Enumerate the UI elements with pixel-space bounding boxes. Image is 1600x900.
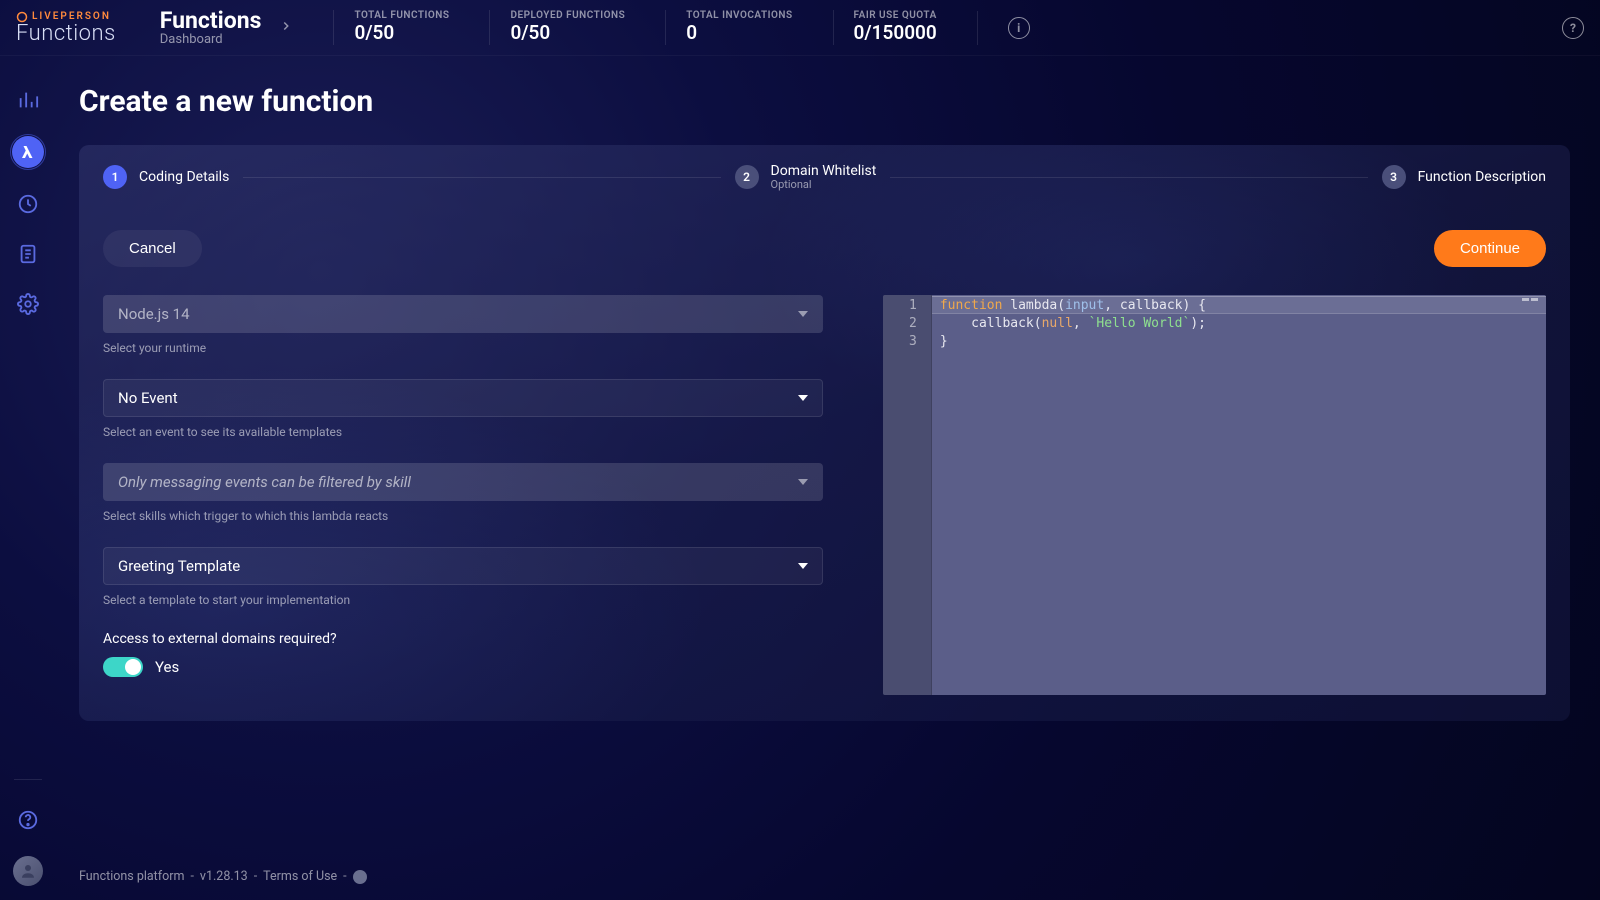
skills-select: Only messaging events can be filtered by… <box>103 463 823 501</box>
chevron-down-icon <box>798 479 808 485</box>
skills-field: Only messaging events can be filtered by… <box>103 463 823 523</box>
sidebar <box>0 56 55 900</box>
external-domains-toggle[interactable] <box>103 657 143 677</box>
avatar[interactable] <box>13 856 43 886</box>
chevron-down-icon <box>798 311 808 317</box>
external-domains-field: Access to external domains required? Yes <box>103 631 823 677</box>
breadcrumb-subtitle: Dashboard <box>160 33 262 47</box>
external-domains-label: Access to external domains required? <box>103 631 823 647</box>
nav-help-icon[interactable] <box>14 806 42 834</box>
breadcrumb-title: Functions <box>160 8 262 33</box>
continue-button[interactable]: Continue <box>1434 230 1546 267</box>
page-title: Create a new function <box>79 84 1570 119</box>
nav-settings-icon[interactable] <box>14 290 42 318</box>
step-function-description[interactable]: 3 Function Description <box>1382 165 1546 189</box>
stepper: 1 Coding Details 2 Domain Whitelist Opti… <box>79 145 1570 210</box>
stat-fair-use-quota: FAIR USE QUOTA 0/150000 <box>833 10 957 45</box>
footer-version: v1.28.13 <box>200 869 248 884</box>
chevron-right-icon <box>279 19 293 37</box>
breadcrumb: Functions Dashboard <box>160 8 314 48</box>
nav-dashboard-icon[interactable] <box>14 86 42 114</box>
skills-helper: Select skills which trigger to which thi… <box>103 509 823 523</box>
runtime-field: Node.js 14 Select your runtime <box>103 295 823 355</box>
step-coding-details[interactable]: 1 Coding Details <box>103 165 229 189</box>
brand-functions: Functions <box>16 23 116 45</box>
nav-lambda-icon[interactable] <box>12 136 44 168</box>
nav-schedule-icon[interactable] <box>14 190 42 218</box>
topbar: LIVEPERSON Functions Functions Dashboard… <box>0 0 1600 56</box>
runtime-select: Node.js 14 <box>103 295 823 333</box>
code-gutter: 1 2 3 <box>883 295 932 695</box>
globe-icon[interactable] <box>353 870 367 884</box>
code-editor[interactable]: 1 2 3 function lambda(input, callback) {… <box>883 295 1546 695</box>
chevron-down-icon <box>798 395 808 401</box>
stat-deployed-functions: DEPLOYED FUNCTIONS 0/50 <box>489 10 645 45</box>
event-helper: Select an event to see its available tem… <box>103 425 823 439</box>
cancel-button[interactable]: Cancel <box>103 230 202 267</box>
brand: LIVEPERSON Functions <box>16 11 140 45</box>
footer-terms-link[interactable]: Terms of Use <box>263 869 337 884</box>
event-field: No Event Select an event to see its avai… <box>103 379 823 439</box>
external-domains-value: Yes <box>155 658 179 676</box>
event-select[interactable]: No Event <box>103 379 823 417</box>
code-column: 1 2 3 function lambda(input, callback) {… <box>883 295 1546 695</box>
stat-total-invocations: TOTAL INVOCATIONS 0 <box>665 10 812 45</box>
info-icon[interactable]: i <box>1008 17 1030 39</box>
footer: Functions platform - v1.28.13 - Terms of… <box>79 851 1570 900</box>
form-column: Node.js 14 Select your runtime No Event … <box>103 295 823 695</box>
stat-total-functions: TOTAL FUNCTIONS 0/50 <box>333 10 469 45</box>
template-field: Greeting Template Select a template to s… <box>103 547 823 607</box>
runtime-helper: Select your runtime <box>103 341 823 355</box>
footer-platform: Functions platform <box>79 869 184 884</box>
nav-logs-icon[interactable] <box>14 240 42 268</box>
template-helper: Select a template to start your implemen… <box>103 593 823 607</box>
template-select[interactable]: Greeting Template <box>103 547 823 585</box>
chevron-down-icon <box>798 563 808 569</box>
help-icon[interactable]: ? <box>1562 17 1584 39</box>
step-domain-whitelist[interactable]: 2 Domain Whitelist Optional <box>735 163 877 192</box>
create-function-panel: 1 Coding Details 2 Domain Whitelist Opti… <box>79 145 1570 721</box>
